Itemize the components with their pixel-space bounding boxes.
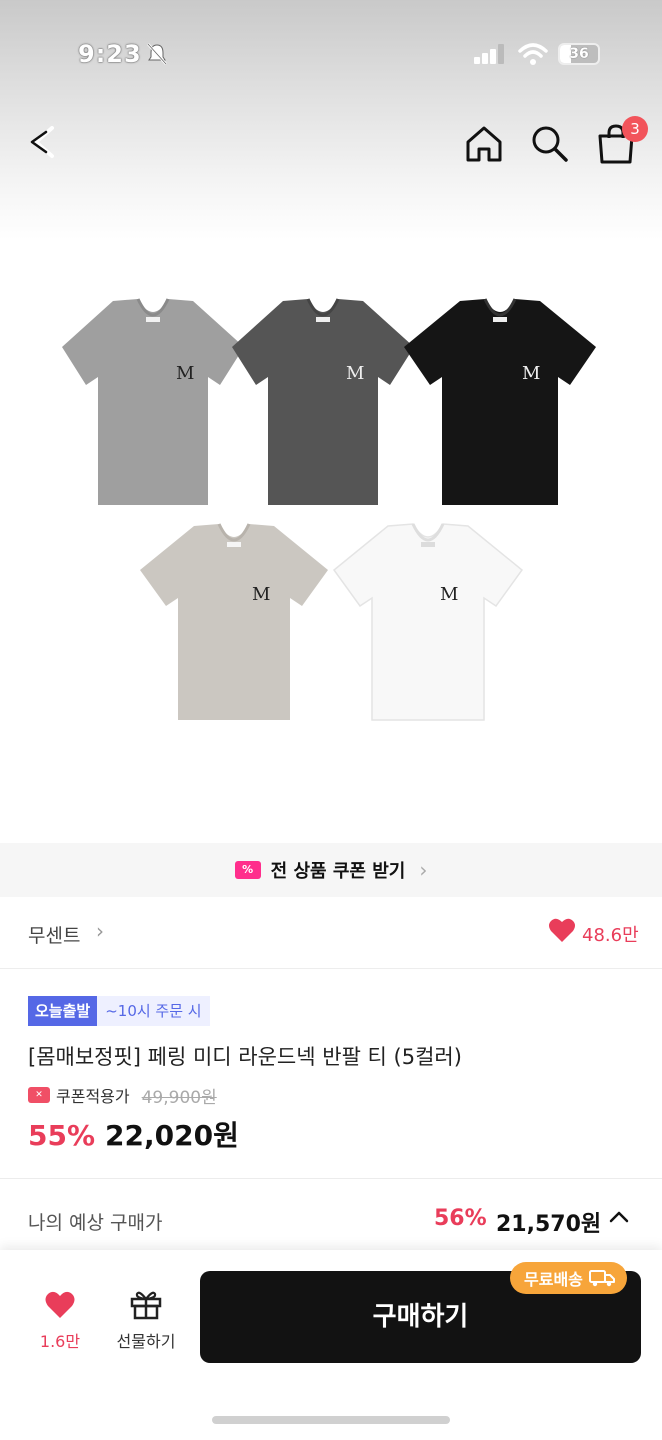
status-time: 9:23 — [78, 40, 142, 68]
home-icon[interactable] — [462, 122, 506, 166]
gift-button[interactable]: 선물하기 — [106, 1286, 186, 1356]
home-indicator — [212, 1416, 450, 1424]
price-row: 55% 22,020원 — [28, 1114, 239, 1154]
wish-button[interactable]: 1.6만 — [28, 1286, 92, 1356]
original-price: 49,900원 — [141, 1087, 217, 1108]
expected-price-label: 나의 예상 구매가 — [28, 1212, 163, 1234]
expected-discount: 56% — [434, 1206, 487, 1231]
product-image[interactable]: M M M M M — [0, 240, 662, 840]
coupon-price-row: 쿠폰적용가 49,900원 — [28, 1083, 217, 1108]
tee-logo: M — [176, 363, 194, 384]
chevron-up-icon[interactable] — [608, 1206, 630, 1228]
tee-charcoal: M — [232, 298, 414, 505]
badge-today-shipping: 오늘출발 — [28, 996, 98, 1026]
discount-rate: 55% — [28, 1119, 96, 1152]
product-title: [몸매보정핏] 페링 미디 라운드넥 반팔 티 (5컬러) — [28, 1045, 462, 1069]
coupon-icon — [234, 861, 261, 879]
free-shipping-label: 무료배송 — [524, 1270, 583, 1289]
wifi-icon — [518, 43, 548, 65]
bottom-action-bar: 1.6만 선물하기 구매하기 무료배송 — [0, 1250, 662, 1440]
expected-price: 21,570원 — [496, 1212, 602, 1237]
bell-muted-icon — [147, 43, 167, 65]
cart-count-badge: 3 — [622, 116, 648, 142]
chevron-right-icon: › — [419, 858, 428, 882]
battery-level: 36 — [569, 46, 589, 62]
top-nav — [0, 110, 662, 174]
battery-icon: 36 — [558, 43, 600, 65]
brand-row: 무센트 › 48.6만 — [0, 897, 662, 969]
sale-price: 22,020원 — [105, 1119, 239, 1152]
gift-label: 선물하기 — [116, 1332, 176, 1351]
coupon-applied-label: 쿠폰적용가 — [56, 1087, 130, 1106]
truck-icon — [588, 1270, 615, 1287]
coupon-icon — [28, 1087, 50, 1103]
signal-icon — [474, 44, 504, 64]
shipping-badges: 오늘출발 ~10시 주문 시 — [28, 996, 210, 1026]
tee-logo: M — [346, 363, 364, 384]
wish-count: 1.6만 — [39, 1332, 81, 1351]
search-icon[interactable] — [528, 122, 572, 166]
tee-logo: M — [252, 584, 270, 605]
chevron-right-icon[interactable]: › — [96, 919, 104, 943]
tee-logo: M — [440, 584, 458, 605]
brand-like-count: 48.6만 — [582, 925, 639, 946]
gift-icon — [130, 1291, 162, 1320]
brand-name[interactable]: 무센트 — [28, 921, 80, 948]
coupon-banner-text: 전 상품 쿠폰 받기 — [270, 861, 406, 882]
expected-price-row[interactable]: 나의 예상 구매가 56% 21,570원 — [0, 1192, 662, 1248]
divider — [0, 1178, 662, 1179]
back-icon[interactable] — [24, 120, 68, 164]
badge-order-time: ~10시 주문 시 — [97, 996, 210, 1026]
tee-black: M — [404, 298, 596, 505]
tee-logo: M — [522, 363, 540, 384]
tee-gray: M — [62, 298, 244, 505]
heart-icon[interactable] — [548, 917, 576, 943]
status-bar: 9:23 36 — [0, 30, 662, 80]
free-shipping-badge: 무료배송 — [510, 1262, 627, 1294]
tee-white: M — [332, 523, 524, 721]
heart-icon — [45, 1291, 75, 1318]
coupon-banner[interactable]: 전 상품 쿠폰 받기 › — [0, 843, 662, 897]
tee-beige: M — [140, 523, 328, 720]
